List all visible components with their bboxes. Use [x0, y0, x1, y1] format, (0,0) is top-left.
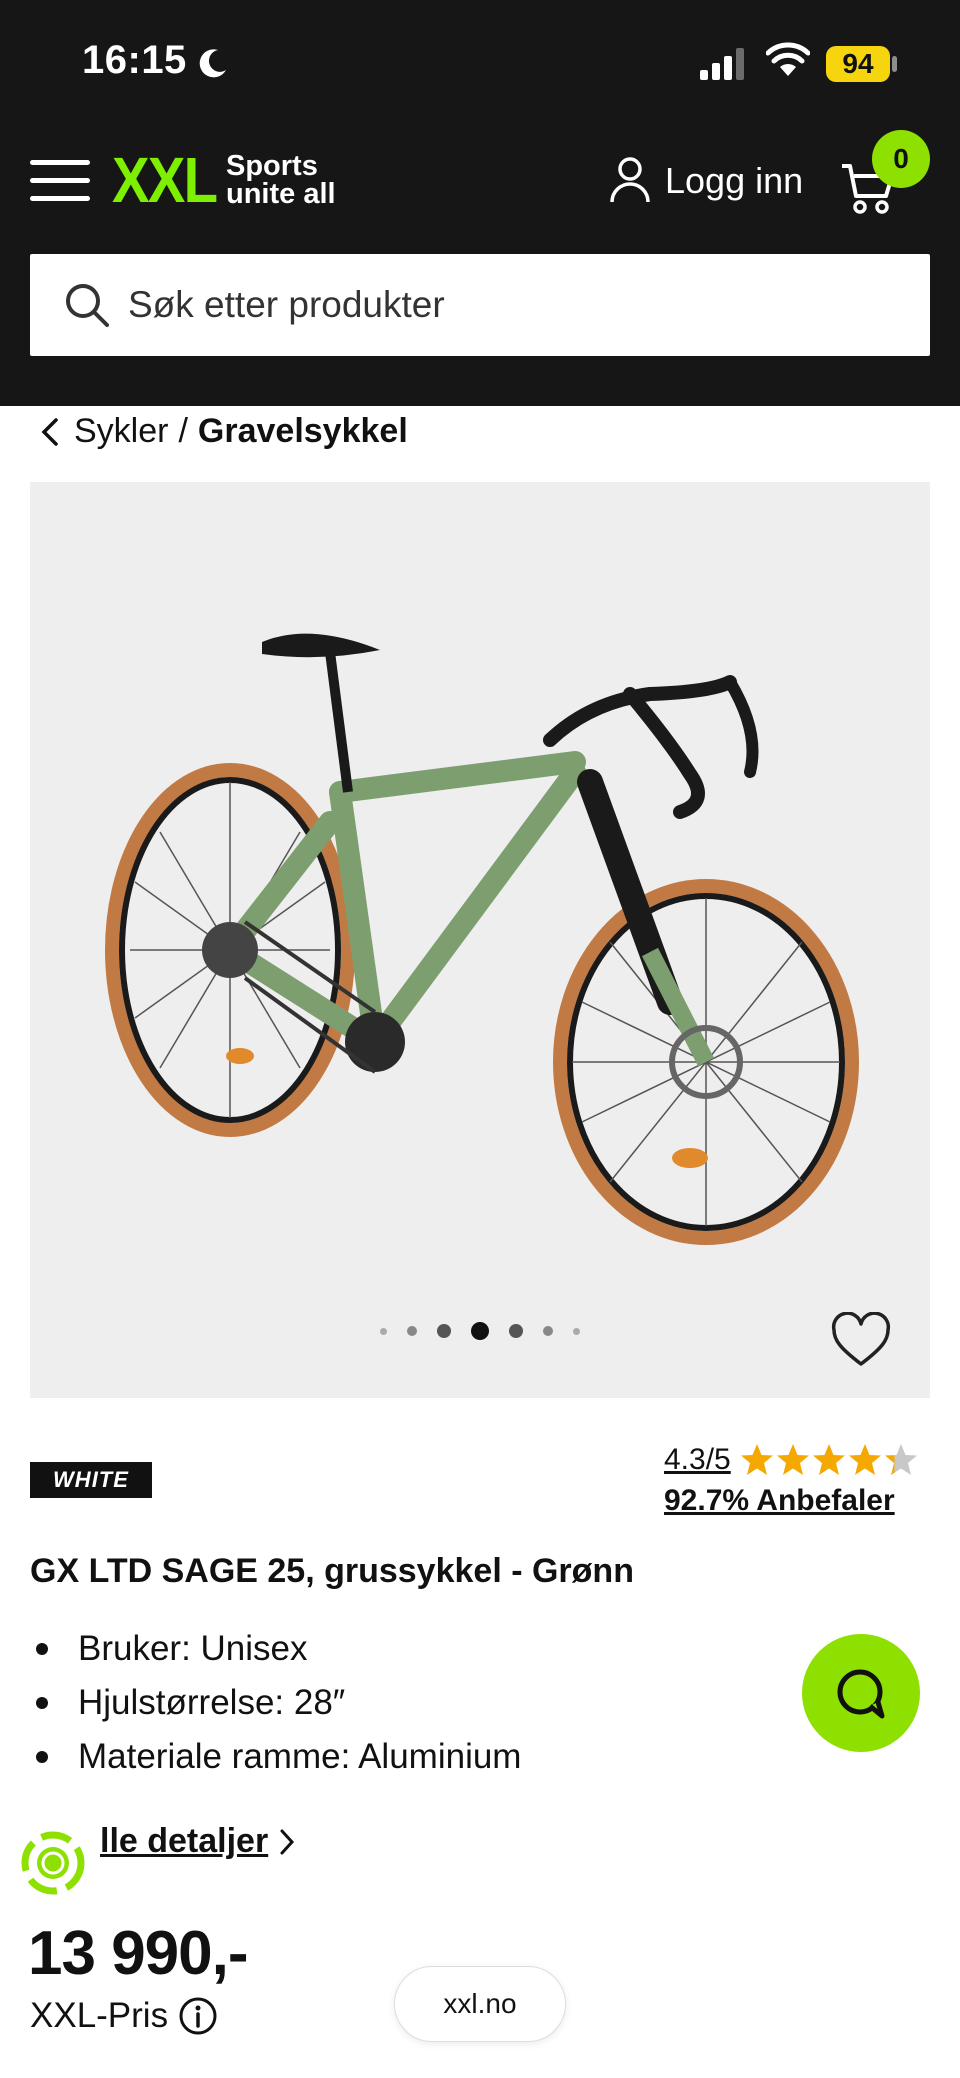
status-time: 16:15 [82, 38, 187, 82]
carousel-dot[interactable] [509, 1324, 523, 1338]
battery-indicator: 94 [826, 46, 890, 82]
brand-logo[interactable]: WHITE [30, 1462, 152, 1498]
rating-value[interactable]: 4.3/5 [664, 1443, 731, 1477]
browser-url-pill[interactable]: xxl.no [394, 1966, 566, 2042]
star-icon [812, 1444, 845, 1475]
star-icon [740, 1444, 773, 1475]
info-icon[interactable] [178, 1996, 218, 2036]
search-icon[interactable] [64, 282, 110, 328]
moon-icon [199, 49, 226, 78]
rating-stars [739, 1442, 919, 1478]
wifi-icon [766, 42, 810, 76]
tagline-line2: unite all [226, 178, 336, 210]
star-icon [848, 1444, 881, 1475]
user-icon[interactable] [608, 156, 652, 204]
login-link[interactable]: Logg inn [665, 160, 803, 202]
product-title: GX LTD SAGE 25, grussykkel - Grønn [30, 1552, 634, 1590]
carousel-dot[interactable] [380, 1327, 387, 1335]
cart-count-badge[interactable]: 0 [872, 130, 930, 188]
search-bar[interactable] [30, 254, 930, 356]
spec-item: Hjulstørrelse: 28″ [30, 1676, 521, 1730]
details-link-text[interactable]: lle detaljer [100, 1822, 268, 1861]
recommend-percentage[interactable]: 92.7% Anbefaler [664, 1484, 895, 1518]
carousel-dot[interactable] [573, 1327, 580, 1335]
star-icon [884, 1444, 917, 1475]
breadcrumb-parent[interactable]: Sykler [74, 412, 168, 451]
xxl-logo[interactable]: XXL [112, 148, 218, 212]
tagline-line1: Sports [226, 150, 318, 182]
price-label-text: XXL-Pris [30, 1996, 169, 2035]
search-input[interactable] [128, 276, 908, 334]
heart-icon[interactable] [830, 1312, 892, 1368]
rating-row[interactable]: 4.3/5 [664, 1442, 919, 1478]
price-label: XXL-Pris [30, 1996, 218, 2036]
carousel-dot[interactable] [407, 1326, 417, 1336]
carousel-dot[interactable] [543, 1326, 553, 1336]
chevron-left-icon[interactable] [40, 417, 60, 447]
spec-item: Materiale ramme: Aluminium [30, 1730, 521, 1784]
battery-cap [892, 56, 897, 72]
signal-icon [700, 48, 744, 80]
carousel-dot[interactable] [437, 1324, 451, 1338]
logo-tagline: Sports unite all [226, 150, 336, 210]
menu-icon[interactable] [30, 160, 90, 202]
spec-list: Bruker: Unisex Hjulstørrelse: 28″ Materi… [30, 1622, 521, 1784]
star-icon [776, 1444, 809, 1475]
breadcrumb-separator: / [178, 412, 188, 450]
bike-image [105, 633, 859, 1245]
chat-button[interactable] [802, 1634, 920, 1752]
carousel-dots [0, 1322, 960, 1340]
product-image[interactable] [30, 482, 930, 1398]
product-price: 13 990,- [28, 1919, 249, 1988]
breadcrumb: Sykler / Gravelsykkel [40, 412, 408, 451]
chevron-right-icon [280, 1829, 295, 1854]
spec-item: Bruker: Unisex [30, 1622, 521, 1676]
loader-icon [21, 1831, 85, 1895]
breadcrumb-current[interactable]: Gravelsykkel [198, 412, 408, 451]
carousel-dot-active[interactable] [471, 1322, 489, 1340]
site-header: 16:15 94 XXL Sports unite all Logg inn 0 [0, 0, 960, 406]
chat-icon [837, 1669, 885, 1719]
